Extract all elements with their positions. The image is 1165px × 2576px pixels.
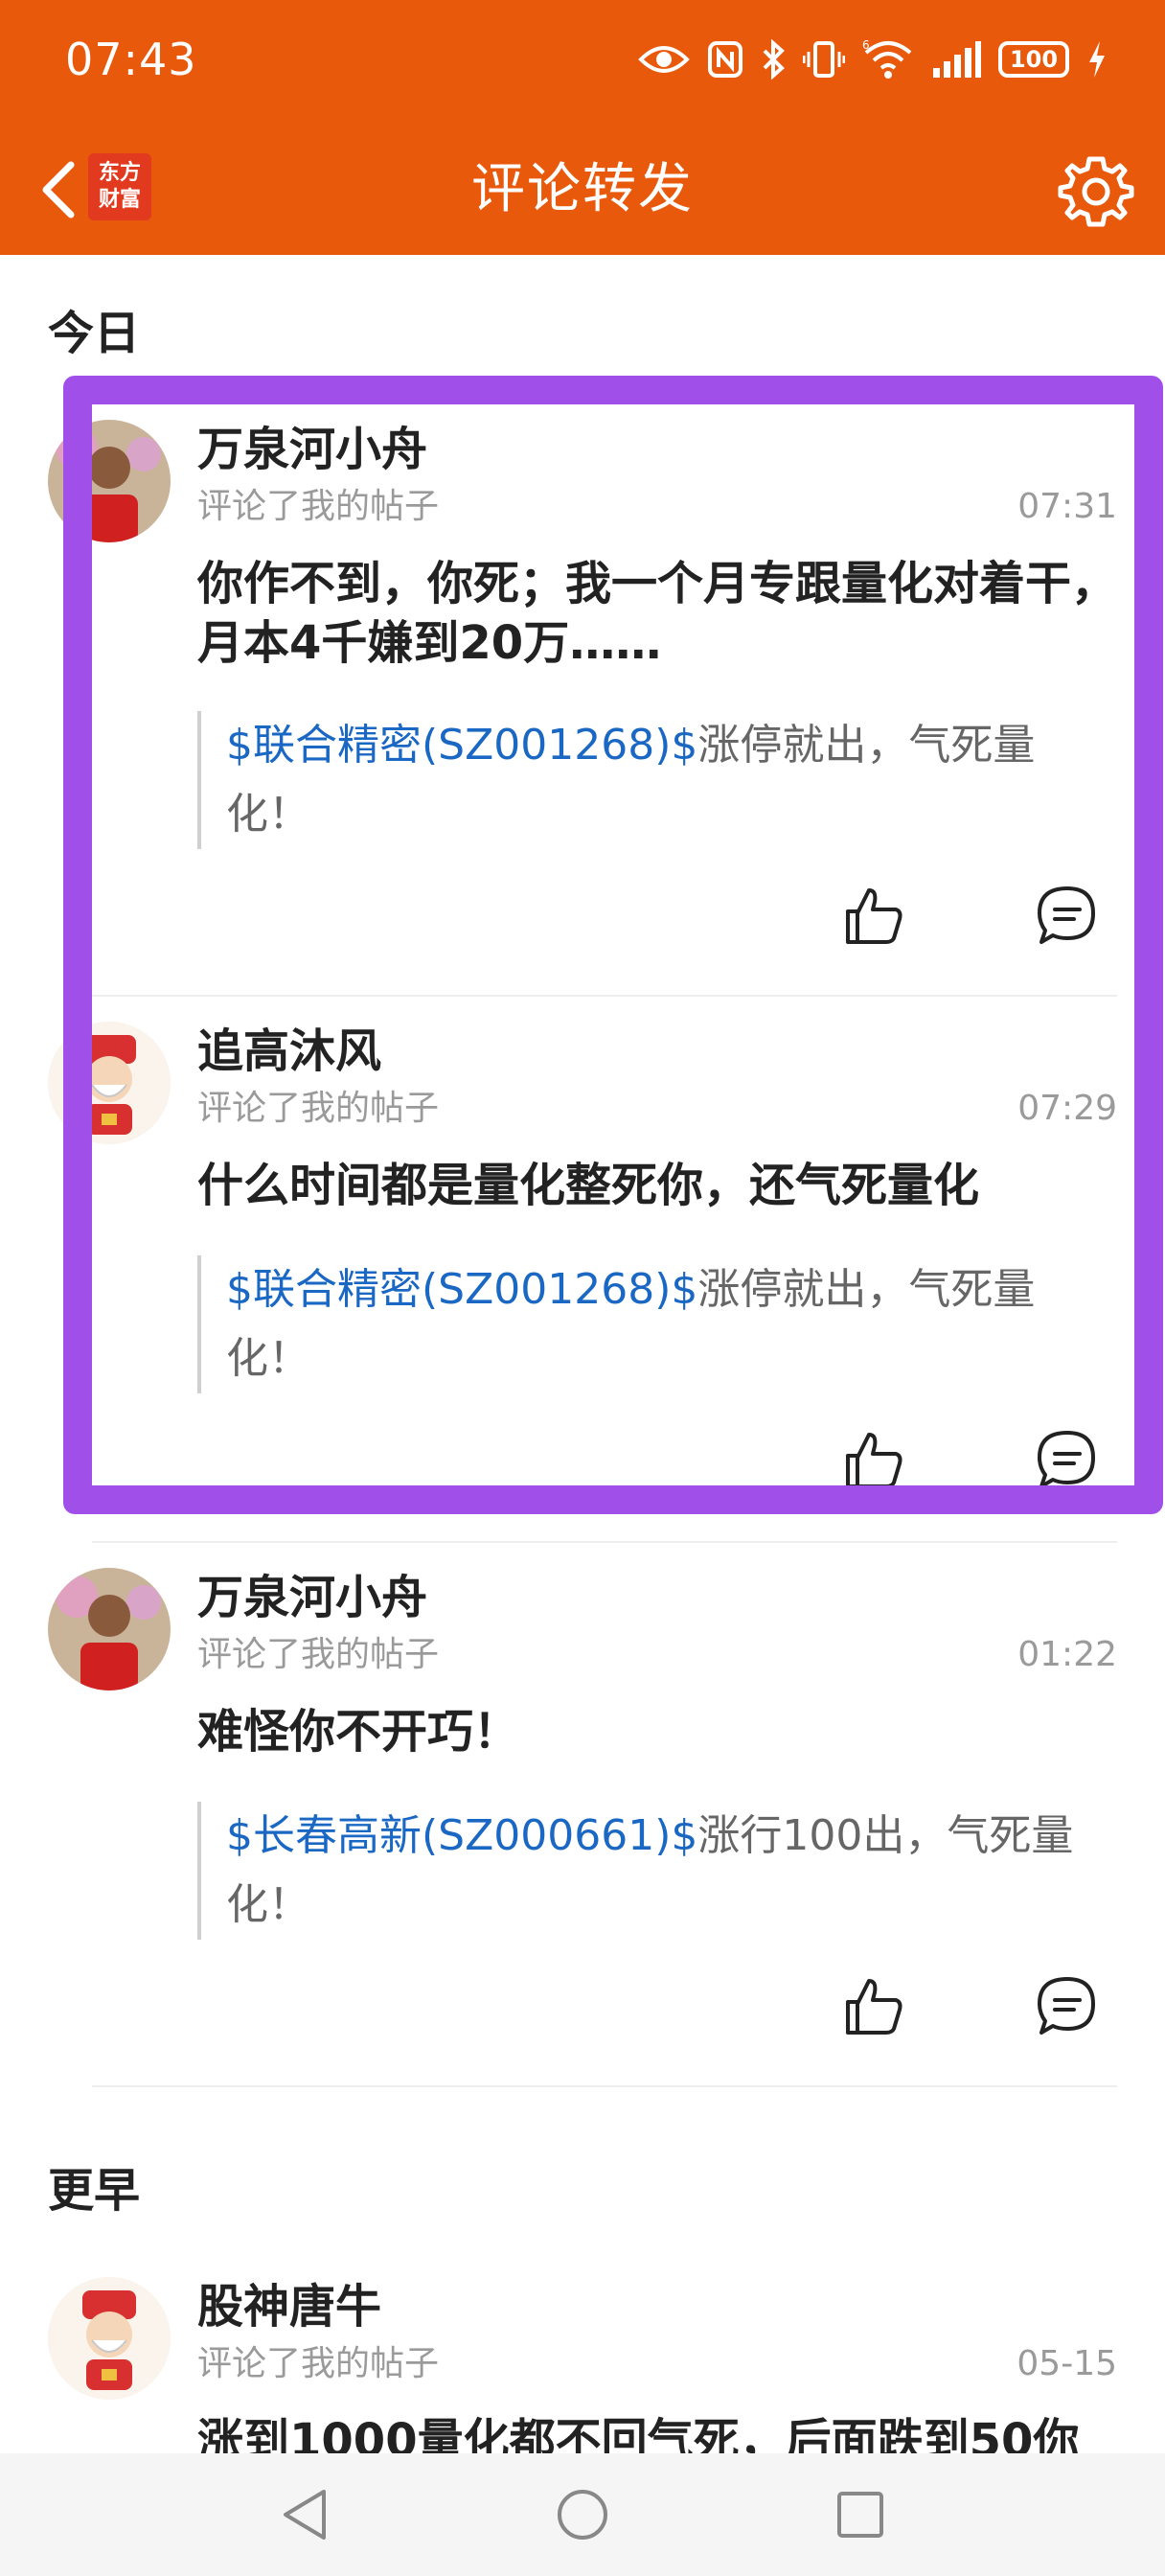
nav-back-button[interactable] [271,2481,338,2548]
nav-home-button[interactable] [549,2481,616,2548]
reply-button[interactable] [1029,1422,1106,1499]
quoted-post[interactable]: $长春高新(SZ000661)$涨行100出，气死量化！ [197,1802,1088,1940]
comment-bubble-icon [1038,886,1095,944]
user-name[interactable]: 追高沐风 [197,1022,381,1081]
comment-bubble-icon [1038,1977,1095,2035]
comment-text[interactable]: 你作不到，你死；我一个月专跟量化对着干，月本4千嫌到20万…… [197,554,1117,673]
section-earlier: 更早 [48,2164,141,2218]
user-name[interactable]: 万泉河小舟 [197,1568,427,1627]
like-button[interactable] [835,1968,912,2045]
action-text: 评论了我的帖子 [197,1635,440,1674]
avatar[interactable] [48,420,171,542]
divider [92,2085,1117,2087]
comment-time: 07:29 [1017,1089,1117,1128]
nav-recents-button[interactable] [827,2481,894,2548]
list-item[interactable]: 股神唐牛 评论了我的帖子 05-15 涨到1000量化都不回气死，后面跌到50你 [0,2277,1165,2453]
quoted-post[interactable]: $联合精密(SZ001268)$涨停就出，气死量化！ [197,711,1088,849]
action-text: 评论了我的帖子 [197,2344,440,2383]
list-item[interactable]: 万泉河小舟 评论了我的帖子 07:31 你作不到，你死；我一个月专跟量化对着干，… [0,420,1165,995]
nfc-icon [707,40,743,79]
stock-link[interactable]: $长春高新(SZ000661)$ [226,1811,697,1860]
avatar[interactable] [48,1022,171,1144]
divider [92,1541,1117,1543]
page-title: 评论转发 [471,158,694,220]
gear-icon [1058,156,1134,227]
comment-time: 05-15 [1017,2344,1117,2383]
status-bar: 07:43 6 100 [0,0,1165,125]
stock-link[interactable]: $联合精密(SZ001268)$ [226,1265,697,1314]
action-text: 评论了我的帖子 [197,1089,440,1128]
status-time: 07:43 [65,34,197,85]
user-name[interactable]: 股神唐牛 [197,2277,381,2336]
square-recents-icon [837,2492,883,2538]
thumbs-up-icon [846,1433,902,1488]
thumbs-up-icon [846,888,902,944]
list-item[interactable]: 追高沐风 评论了我的帖子 07:29 什么时间都是量化整死你，还气死量化 $联合… [0,1022,1165,1539]
section-today: 今日 [48,307,141,360]
battery-icon: 100 [998,41,1069,78]
reply-button[interactable] [1029,878,1106,954]
comment-text[interactable]: 什么时间都是量化整死你，还气死量化 [197,1156,1117,1215]
bluetooth-icon [761,39,786,80]
signal-icon [931,41,981,78]
circle-home-icon [558,2490,607,2540]
avatar[interactable] [48,1568,171,1690]
stock-link[interactable]: $联合精密(SZ001268)$ [226,721,697,770]
charging-icon [1086,39,1108,80]
action-text: 评论了我的帖子 [197,487,440,526]
vibrate-icon [803,40,845,79]
divider [92,995,1117,997]
triangle-back-icon [284,2490,326,2540]
app-header: 东方 财富 评论转发 [0,125,1165,255]
comment-text[interactable]: 涨到1000量化都不回气死，后面跌到50你 [197,2411,1117,2453]
like-button[interactable] [835,878,912,954]
comment-text[interactable]: 难怪你不开巧！ [197,1702,1117,1761]
eye-icon [638,42,690,77]
status-icons: 6 100 [638,34,1108,84]
system-nav-bar [0,2453,1165,2576]
comment-time: 07:31 [1017,487,1117,526]
list-item[interactable]: 万泉河小舟 评论了我的帖子 01:22 难怪你不开巧！ $长春高新(SZ0006… [0,1568,1165,2085]
reply-button[interactable] [1029,1968,1106,2045]
like-button[interactable] [835,1422,912,1499]
settings-button[interactable] [1056,151,1136,232]
quoted-post[interactable]: $联合精密(SZ001268)$涨停就出，气死量化！ [197,1255,1088,1393]
wifi-icon: 6 [862,39,914,80]
user-name[interactable]: 万泉河小舟 [197,420,427,479]
comment-bubble-icon [1038,1431,1095,1488]
thumbs-up-icon [846,1979,902,2035]
avatar[interactable] [48,2277,171,2400]
svg-text:6: 6 [862,39,870,52]
comment-time: 01:22 [1017,1635,1117,1674]
